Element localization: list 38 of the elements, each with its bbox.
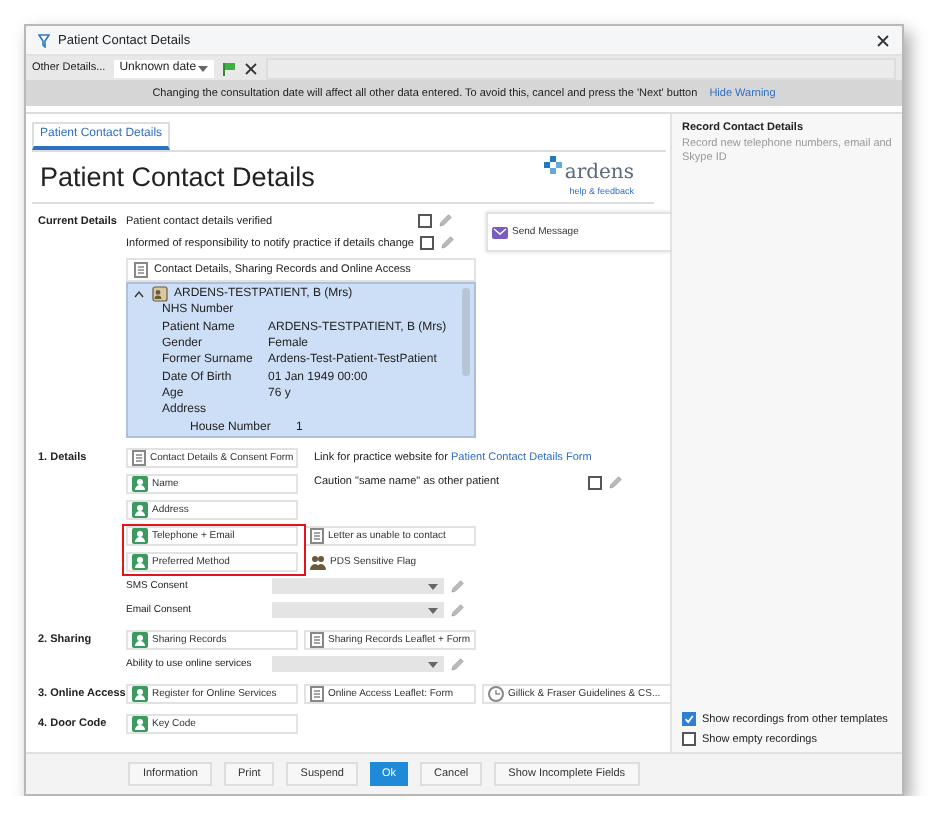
- checkbox[interactable]: [418, 214, 432, 228]
- document-icon: [310, 631, 324, 648]
- checkbox[interactable]: [588, 475, 602, 490]
- document-icon: [310, 527, 324, 544]
- people-icon: [310, 553, 326, 570]
- clear-icon[interactable]: [243, 61, 258, 75]
- funnel-icon: [38, 33, 50, 47]
- scrollbar[interactable]: [462, 288, 470, 376]
- collapse-icon[interactable]: [134, 290, 144, 299]
- dropdown-arrow-icon: [428, 607, 438, 614]
- logo-icon: [544, 156, 563, 174]
- dropdown-arrow-icon: [197, 65, 208, 71]
- person-icon: [132, 475, 148, 492]
- document-icon: [132, 449, 146, 466]
- checkmark-icon: [684, 714, 694, 724]
- document-icon: [134, 262, 148, 278]
- date-field[interactable]: [265, 57, 896, 79]
- checkbox[interactable]: [420, 236, 434, 250]
- close-icon[interactable]: [876, 33, 890, 47]
- person-icon: [132, 685, 148, 702]
- checkbox[interactable]: [682, 732, 696, 746]
- person-icon: [132, 631, 148, 648]
- person-icon: [132, 715, 148, 732]
- pencil-icon: [608, 475, 622, 490]
- person-icon: [132, 527, 148, 544]
- flag-icon[interactable]: [221, 61, 236, 75]
- person-icon: [132, 553, 148, 570]
- pencil-icon: [450, 657, 464, 672]
- clock-icon: [488, 685, 504, 702]
- id-card-icon: [152, 286, 168, 303]
- dropdown-arrow-icon: [428, 583, 438, 590]
- page-heading: Patient Contact Details: [40, 160, 315, 196]
- person-icon: [132, 501, 148, 518]
- document-icon: [310, 685, 324, 702]
- dropdown-arrow-icon: [428, 661, 438, 668]
- logo-wordmark: ardens: [564, 162, 634, 186]
- checkbox[interactable]: [682, 712, 696, 726]
- message-icon: [492, 225, 508, 239]
